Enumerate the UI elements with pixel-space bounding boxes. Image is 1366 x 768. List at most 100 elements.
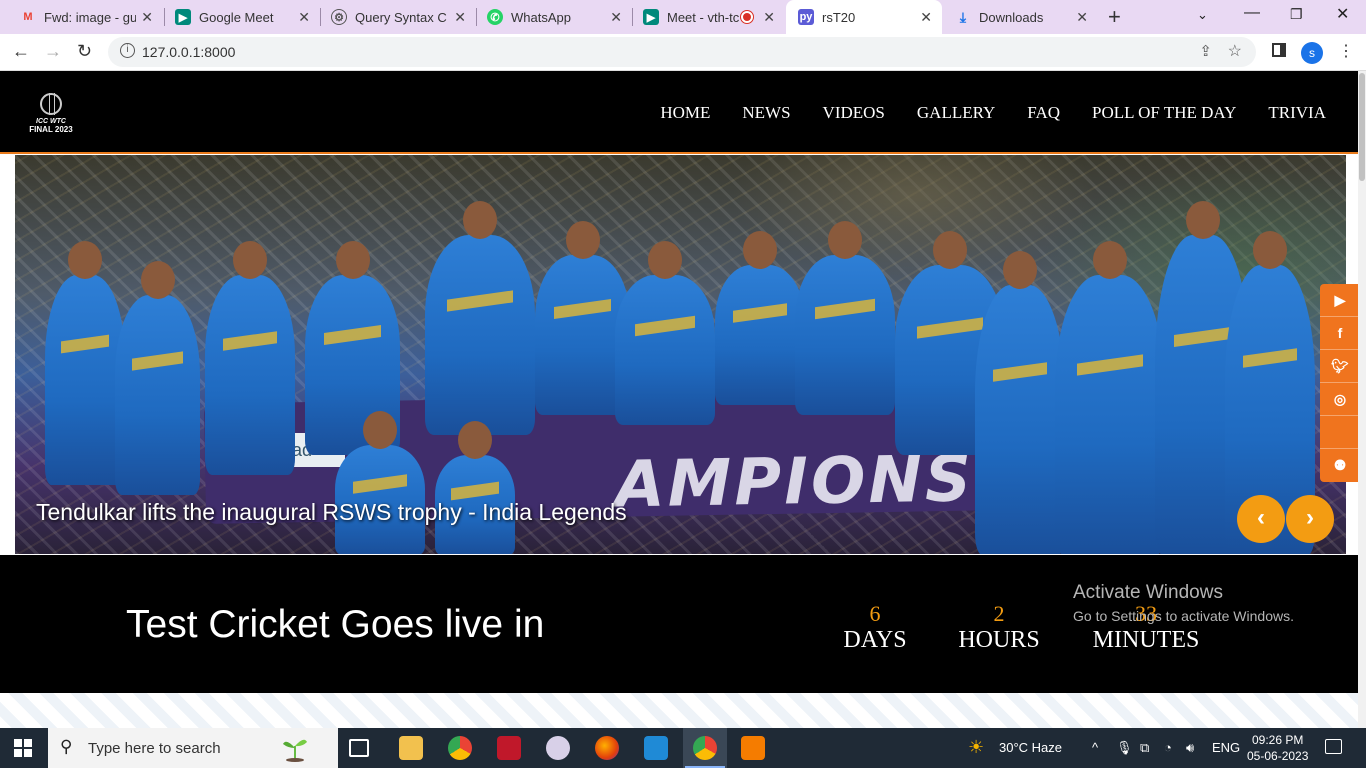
wifi-icon[interactable]: ◔ [1164,740,1172,755]
notifications-icon[interactable] [1325,739,1342,754]
volume-icon[interactable]: 🔊︎ [1186,740,1194,756]
main-nav: HOME NEWS VIDEOS GALLERY FAQ POLL OF THE… [660,103,1326,123]
tab-search-chevron-icon[interactable]: ⌄ [1197,7,1208,23]
weather-text[interactable]: 30°C Haze [999,740,1062,755]
player-figure [425,201,535,435]
taskbar-clock[interactable]: 09:26 PM 05-06-2023 [1247,732,1308,764]
minimize-button[interactable]: — [1244,4,1260,22]
page-scrollbar[interactable] [1358,71,1366,728]
facebook-icon[interactable]: f [1320,317,1360,350]
youtube-icon[interactable]: ▶ [1320,284,1360,317]
player-figure [205,241,295,475]
site-header: ICC WTC FINAL 2023 HOME NEWS VIDEOS GALL… [0,71,1366,154]
nav-news[interactable]: NEWS [742,103,790,123]
browser-tab-bar: M Fwd: image - gup ✕ ▶ Google Meet ✕ ⚙ Q… [0,0,1366,34]
android-icon[interactable]: ⚉ [1320,449,1360,482]
back-icon[interactable]: ← [12,41,30,62]
taskbar-search-box[interactable]: ⚲ Type here to search [48,728,338,768]
apple-icon[interactable] [1320,416,1360,449]
countdown-hours: 2 HOURS [958,601,1040,654]
meet-icon: ▶ [643,9,659,25]
chrome-icon[interactable] [448,736,472,760]
countdown-hours-label: HOURS [958,627,1040,653]
player-figure [1055,241,1165,554]
nav-home[interactable]: HOME [660,103,710,123]
site-logo[interactable]: ICC WTC FINAL 2023 [24,93,78,139]
player-figure [615,241,715,425]
tab-title: Query Syntax Cor [355,9,447,25]
weather-icon[interactable]: ☀ [968,737,984,758]
close-icon[interactable]: ✕ [141,9,153,26]
countdown-section: Test Cricket Goes live in 6 DAYS 2 HOURS… [0,555,1366,693]
close-window-button[interactable]: ✕ [1336,4,1349,24]
close-icon[interactable]: ✕ [454,9,466,26]
chrome-profile-icon [693,736,717,760]
new-tab-button[interactable]: + [1108,4,1121,30]
restore-button[interactable]: ❐ [1290,6,1303,23]
close-icon[interactable]: ✕ [610,9,622,26]
search-icon: ⚲ [60,737,73,756]
close-icon[interactable]: ✕ [763,9,775,26]
tab-downloads[interactable]: ⤓ Downloads ✕ [943,0,1098,34]
social-sidebar: ▶ f 🐦︎ ◎ ⚉ [1320,284,1360,482]
tab-title: Meet - vth-tc [667,9,740,25]
countdown-minutes-label: MINUTES [1092,627,1200,653]
player-figure [715,231,805,405]
tab-rst20[interactable]: py rsT20 ✕ [786,0,942,34]
tab-meet-vth[interactable]: ▶ Meet - vth-tc ✕ [633,0,785,34]
firefox-icon[interactable] [595,736,619,760]
tab-whatsapp[interactable]: ✆ WhatsApp ✕ [477,0,632,34]
scrollbar-thumb[interactable] [1359,73,1365,181]
omnibox[interactable]: i 127.0.0.1:8000 ⇪ ☆ [108,37,1256,67]
tab-gmail[interactable]: M Fwd: image - gup ✕ [0,0,163,34]
clock-date: 05-06-2023 [1247,749,1309,763]
nav-gallery[interactable]: GALLERY [917,103,995,123]
show-hidden-icons-chevron-icon[interactable]: ^ [1092,740,1098,755]
countdown-title: Test Cricket Goes live in [126,603,545,646]
carousel-caption: Tendulkar lifts the inaugural RSWS troph… [36,499,627,525]
tab-google-meet[interactable]: ▶ Google Meet ✕ [165,0,320,34]
windows-start-icon[interactable] [14,739,32,757]
task-view-icon[interactable] [349,739,369,757]
twitter-icon[interactable]: 🐦︎ [1320,350,1360,383]
vscode-icon[interactable] [644,736,668,760]
file-explorer-icon[interactable] [399,736,423,760]
forward-icon[interactable]: → [44,41,62,62]
nav-videos[interactable]: VIDEOS [823,103,885,123]
close-icon[interactable]: ✕ [298,9,310,26]
nav-faq[interactable]: FAQ [1027,103,1060,123]
openai-icon: ⚙ [331,9,347,25]
microphone-icon[interactable]: 🎙︎ [1116,740,1133,756]
activate-windows-watermark: Activate Windows Go to Settings to activ… [1073,582,1294,624]
bookmark-star-icon[interactable]: ☆ [1228,41,1242,61]
tab-query-syntax[interactable]: ⚙ Query Syntax Cor ✕ [321,0,476,34]
profile-avatar[interactable]: s [1301,42,1323,64]
menu-kebab-icon[interactable]: ⋮ [1338,41,1354,61]
xampp-icon[interactable] [741,736,765,760]
instagram-icon[interactable]: ◎ [1320,383,1360,416]
close-icon[interactable]: ✕ [920,9,932,26]
screen-recorder-icon[interactable] [497,736,521,760]
side-panel-icon[interactable] [1272,43,1286,57]
carousel-next-button[interactable]: › [1286,495,1334,543]
countdown-days: 6 DAYS [843,601,907,654]
nav-poll-of-the-day[interactable]: POLL OF THE DAY [1092,103,1236,123]
camera-icon[interactable]: ⧉ [1140,740,1149,756]
chrome-profile-taskbar-item[interactable] [683,728,727,768]
tab-title: Fwd: image - gup [44,9,136,25]
plant-icon [283,739,307,762]
carousel-prev-button[interactable]: ‹ [1237,495,1285,543]
reload-icon[interactable]: ↻ [77,41,92,62]
close-icon[interactable]: ✕ [1076,9,1088,26]
share-icon[interactable]: ⇪ [1199,42,1212,60]
tab-title: rsT20 [822,9,856,25]
player-figure [45,241,125,485]
tab-title: WhatsApp [511,9,571,25]
logo-line-2: FINAL 2023 [29,125,73,134]
language-indicator[interactable]: ENG [1212,740,1240,755]
site-info-icon[interactable]: i [120,43,135,58]
url-text[interactable]: 127.0.0.1:8000 [142,44,235,60]
download-icon: ⤓ [959,8,967,25]
nav-trivia[interactable]: TRIVIA [1268,103,1326,123]
paint-icon[interactable] [546,736,570,760]
